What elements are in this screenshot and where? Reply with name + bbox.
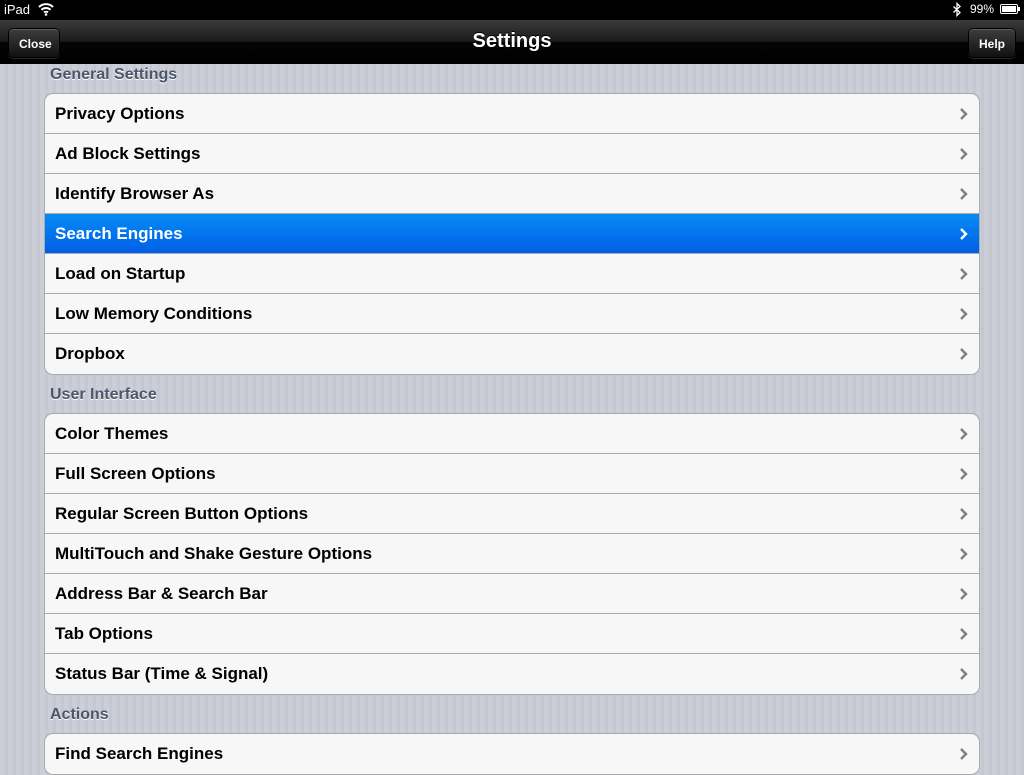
page-title: Settings <box>472 30 552 52</box>
status-bar: iPad 99% <box>0 0 1024 20</box>
list-item-label: Tab Options <box>55 624 153 643</box>
wifi-icon <box>38 3 54 16</box>
chevron-right-icon <box>960 548 968 560</box>
list-item-label: Ad Block Settings <box>55 144 201 163</box>
list-item-label: MultiTouch and Shake Gesture Options <box>55 544 373 563</box>
chevron-right-icon <box>960 508 968 520</box>
list-item[interactable]: Full Screen Options <box>45 454 979 494</box>
chevron-right-icon <box>960 188 968 200</box>
chevron-right-icon <box>960 148 968 160</box>
list-item[interactable]: Tab Options <box>45 614 979 654</box>
battery-percent: 99% <box>970 2 995 16</box>
chevron-right-icon <box>960 588 968 600</box>
list-item[interactable]: Status Bar (Time & Signal) <box>45 654 979 694</box>
list-item-label: Search Engines <box>55 224 183 243</box>
list-item[interactable]: Color Themes <box>45 414 979 454</box>
list-item-label: Privacy Options <box>55 104 185 123</box>
help-button[interactable]: Help <box>968 28 1016 58</box>
section-header: Actions <box>50 706 109 723</box>
settings-group: Color Themes Full Screen Options Regular S… <box>44 413 980 695</box>
settings-group: Find Search Engines <box>44 733 980 775</box>
list-item-label: Find Search Engines <box>55 744 224 763</box>
list-item[interactable]: Dropbox <box>45 334 979 374</box>
list-item[interactable]: Address Bar & Search Bar <box>45 574 979 614</box>
list-item[interactable]: Find Search Engines <box>45 734 979 774</box>
list-item[interactable]: Regular Screen Button Options <box>45 494 979 534</box>
list-item-label: Identify Browser As <box>55 184 215 203</box>
battery-icon <box>1000 4 1020 14</box>
chevron-right-icon <box>960 468 968 480</box>
chevron-right-icon <box>960 268 968 280</box>
settings-group: Privacy Options Ad Block Settings Identify… <box>44 93 980 375</box>
list-item[interactable]: Load on Startup <box>45 254 979 294</box>
list-item-label: Status Bar (Time & Signal) <box>55 664 269 683</box>
settings-list[interactable]: General Settings Privacy Options Ad Block … <box>0 64 1024 775</box>
chevron-right-icon <box>960 348 968 360</box>
chevron-right-icon <box>960 668 968 680</box>
navigation-bar: Close Settings Help <box>0 20 1024 64</box>
list-item-label: Dropbox <box>55 344 125 363</box>
list-item[interactable]: Identify Browser As <box>45 174 979 214</box>
bluetooth-icon <box>953 2 961 17</box>
chevron-right-icon <box>960 748 968 760</box>
chevron-right-icon <box>960 228 968 240</box>
list-item-label: Address Bar & Search Bar <box>55 584 268 603</box>
list-item-label: Low Memory Conditions <box>55 304 253 323</box>
list-item[interactable]: Low Memory Conditions <box>45 294 979 334</box>
list-item[interactable]: Ad Block Settings <box>45 134 979 174</box>
chevron-right-icon <box>960 628 968 640</box>
chevron-right-icon <box>960 428 968 440</box>
section-header: User Interface <box>50 386 157 403</box>
chevron-right-icon <box>960 108 968 120</box>
list-item[interactable]: MultiTouch and Shake Gesture Options <box>45 534 979 574</box>
list-item[interactable]: Privacy Options <box>45 94 979 134</box>
list-item[interactable]: Search Engines <box>45 214 979 254</box>
list-item-label: Color Themes <box>55 424 169 443</box>
section-header: General Settings <box>50 66 178 83</box>
list-item-label: Load on Startup <box>55 264 186 283</box>
device-name: iPad <box>4 2 31 17</box>
list-item-label: Full Screen Options <box>55 464 216 483</box>
chevron-right-icon <box>960 308 968 320</box>
list-item-label: Regular Screen Button Options <box>55 504 309 523</box>
